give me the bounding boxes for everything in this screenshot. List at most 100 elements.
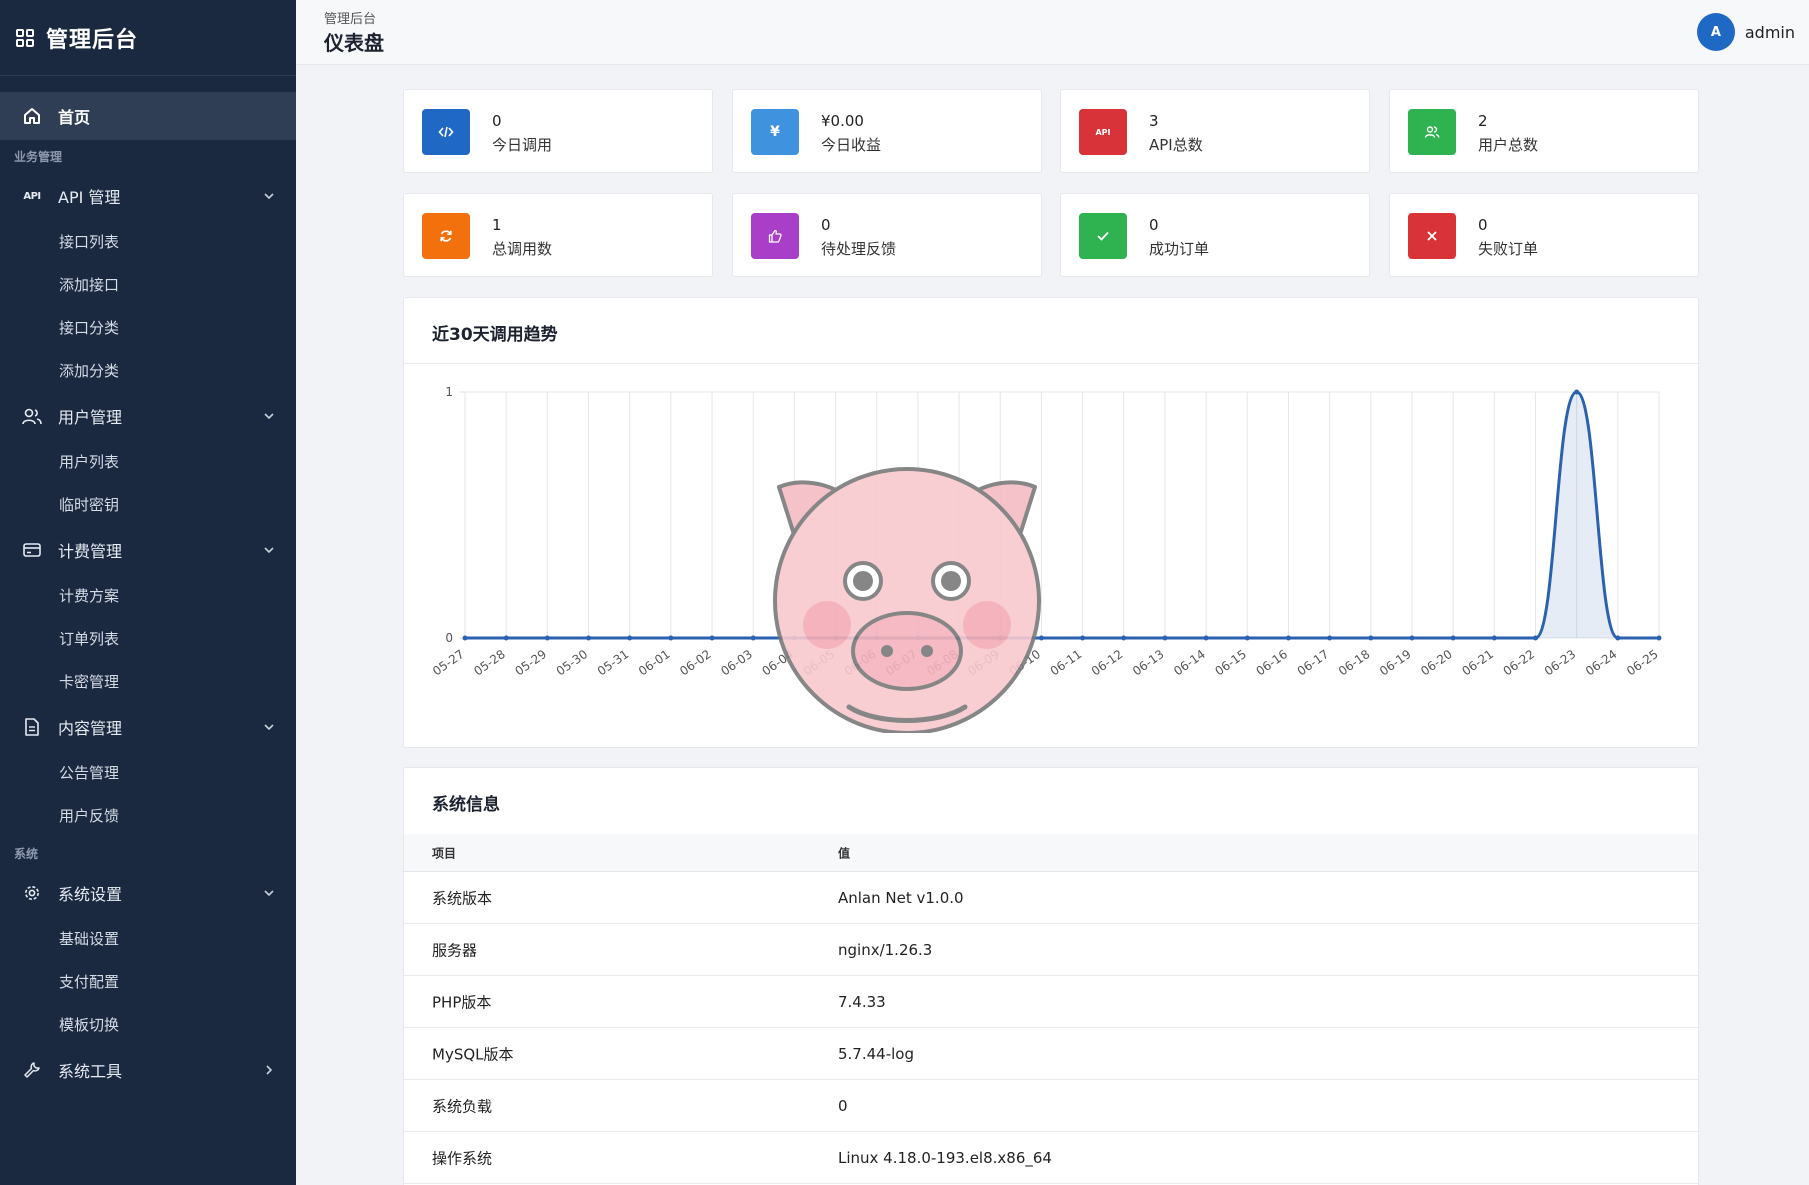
x-tick-label: 05-29 xyxy=(512,647,549,678)
stat-value: 2 xyxy=(1478,112,1488,130)
avatar[interactable]: A xyxy=(1696,13,1735,51)
x-tick-label: 06-22 xyxy=(1501,647,1538,678)
sidebar-item-template-switch[interactable]: 模板切换 xyxy=(0,1003,296,1046)
section-business: 业务管理 xyxy=(14,149,63,164)
stat-card-pending-feedback: 0 待处理反馈 xyxy=(732,193,1042,277)
sidebar-item-api-list[interactable]: 接口列表 xyxy=(0,220,296,263)
api-icon-text: API xyxy=(1095,127,1111,137)
breadcrumb[interactable]: 管理后台 xyxy=(324,8,376,27)
sidebar-group-tools[interactable]: 系统工具 xyxy=(0,1046,296,1094)
sysinfo-table: 项目 值 系统版本 Anlan Net v1.0.0 服务器 nginx/1.2… xyxy=(404,834,1698,1184)
data-point[interactable] xyxy=(1203,635,1209,641)
document-icon xyxy=(22,717,42,737)
data-point[interactable] xyxy=(544,635,550,641)
sidebar-group-label: 系统设置 xyxy=(58,885,123,904)
sidebar-nav: 首页 业务管理 API API 管理 接口列表 添加接口 接口分类 添加分类 用… xyxy=(0,76,296,1094)
data-point[interactable] xyxy=(1409,635,1415,641)
chevron-right-icon xyxy=(266,1065,273,1075)
stat-card-total-calls: 1 总调用数 xyxy=(403,193,713,277)
sidebar-item-category-add[interactable]: 添加分类 xyxy=(0,349,296,392)
x-tick-label: 06-03 xyxy=(718,647,755,678)
data-point[interactable] xyxy=(503,635,509,641)
data-point[interactable] xyxy=(1615,635,1621,641)
stat-card-api-total: API 3 API总数 xyxy=(1060,89,1370,173)
pig-watermark-icon xyxy=(773,467,1041,733)
sidebar-item-feedback[interactable]: 用户反馈 xyxy=(0,794,296,837)
data-point[interactable] xyxy=(1162,635,1168,641)
users-icon xyxy=(1408,109,1456,155)
stat-label: 今日调用 xyxy=(492,136,553,154)
brand[interactable]: 管理后台 xyxy=(0,0,296,76)
refresh-icon xyxy=(422,213,470,259)
data-point[interactable] xyxy=(627,635,633,641)
brand-title: 管理后台 xyxy=(46,27,139,53)
user-menu[interactable]: A admin xyxy=(1696,13,1795,51)
stat-label: 待处理反馈 xyxy=(821,240,897,258)
data-point[interactable] xyxy=(462,635,468,641)
data-point[interactable] xyxy=(1244,635,1250,641)
row-value: 5.7.44-log xyxy=(838,1044,914,1063)
sidebar-group-label: 用户管理 xyxy=(58,408,123,427)
stat-value: 0 xyxy=(492,112,502,130)
data-point[interactable] xyxy=(1656,635,1662,641)
y-tick-label: 0 xyxy=(445,631,453,645)
x-tick-label: 06-13 xyxy=(1130,647,1167,678)
data-point[interactable] xyxy=(1368,635,1374,641)
sidebar: 管理后台 首页 业务管理 API API 管理 接口列表 添加接口 接口分类 添… xyxy=(0,0,296,1185)
sidebar-item-orders[interactable]: 订单列表 xyxy=(0,617,296,660)
username[interactable]: admin xyxy=(1745,23,1795,42)
row-key: 系统版本 xyxy=(432,889,493,907)
sidebar-item-temp-keys[interactable]: 临时密钥 xyxy=(0,483,296,526)
row-value: Anlan Net v1.0.0 xyxy=(838,888,964,907)
sidebar-item-api-add[interactable]: 添加接口 xyxy=(0,263,296,306)
data-point[interactable] xyxy=(668,635,674,641)
sidebar-item-user-list[interactable]: 用户列表 xyxy=(0,440,296,483)
stat-value: 3 xyxy=(1149,112,1159,130)
data-point[interactable] xyxy=(1327,635,1333,641)
data-point[interactable] xyxy=(1080,635,1086,641)
chevron-down-icon xyxy=(264,413,274,420)
chevron-down-icon xyxy=(264,193,274,200)
sidebar-item-card-keys[interactable]: 卡密管理 xyxy=(0,660,296,703)
sidebar-item-home[interactable]: 首页 xyxy=(0,92,296,140)
data-point[interactable] xyxy=(1450,635,1456,641)
x-tick-label: 06-24 xyxy=(1583,647,1620,678)
x-tick-label: 06-16 xyxy=(1254,647,1291,678)
data-point[interactable] xyxy=(709,635,715,641)
x-tick-label: 06-17 xyxy=(1295,647,1332,678)
x-tick-label: 05-31 xyxy=(595,647,632,678)
sidebar-group-api[interactable]: API API 管理 xyxy=(0,172,296,220)
data-point[interactable] xyxy=(1285,635,1291,641)
x-tick-label: 06-12 xyxy=(1089,647,1126,678)
stat-value: 0 xyxy=(1149,216,1159,234)
sidebar-group-content[interactable]: 内容管理 xyxy=(0,703,296,751)
sidebar-item-basic-settings[interactable]: 基础设置 xyxy=(0,917,296,960)
chevron-down-icon xyxy=(264,547,274,554)
series-line xyxy=(464,390,1659,640)
data-point[interactable] xyxy=(1121,635,1127,641)
x-tick-label: 06-19 xyxy=(1377,647,1414,678)
data-point[interactable] xyxy=(1491,635,1497,641)
sidebar-item-api-category[interactable]: 接口分类 xyxy=(0,306,296,349)
sidebar-item-plans[interactable]: 计费方案 xyxy=(0,574,296,617)
sidebar-item-announcements[interactable]: 公告管理 xyxy=(0,751,296,794)
chart-card-title: 近30天调用趋势 xyxy=(432,325,558,345)
yen-icon: ¥ xyxy=(751,109,799,155)
sidebar-group-settings[interactable]: 系统设置 xyxy=(0,869,296,917)
data-point[interactable] xyxy=(750,635,756,641)
data-point[interactable] xyxy=(1532,635,1538,641)
stat-label: 今日收益 xyxy=(821,136,882,154)
sidebar-item-payment-config[interactable]: 支付配置 xyxy=(0,960,296,1003)
data-point[interactable] xyxy=(1574,389,1580,395)
x-tick-label: 06-23 xyxy=(1542,647,1579,678)
chart-card: 近30天调用趋势 0 1 05-27 05-28 05-29 05-30 05-31 06-0… xyxy=(403,297,1699,748)
data-point[interactable] xyxy=(586,635,592,641)
sidebar-group-label: API 管理 xyxy=(58,188,121,207)
x-tick-label: 05-27 xyxy=(430,647,467,678)
api-icon: API xyxy=(23,190,41,202)
page-title: 仪表盘 xyxy=(324,31,384,55)
row-key: 服务器 xyxy=(432,941,478,959)
sidebar-group-users[interactable]: 用户管理 xyxy=(0,392,296,440)
sidebar-group-billing[interactable]: 计费管理 xyxy=(0,526,296,574)
row-key: 操作系统 xyxy=(432,1149,493,1167)
